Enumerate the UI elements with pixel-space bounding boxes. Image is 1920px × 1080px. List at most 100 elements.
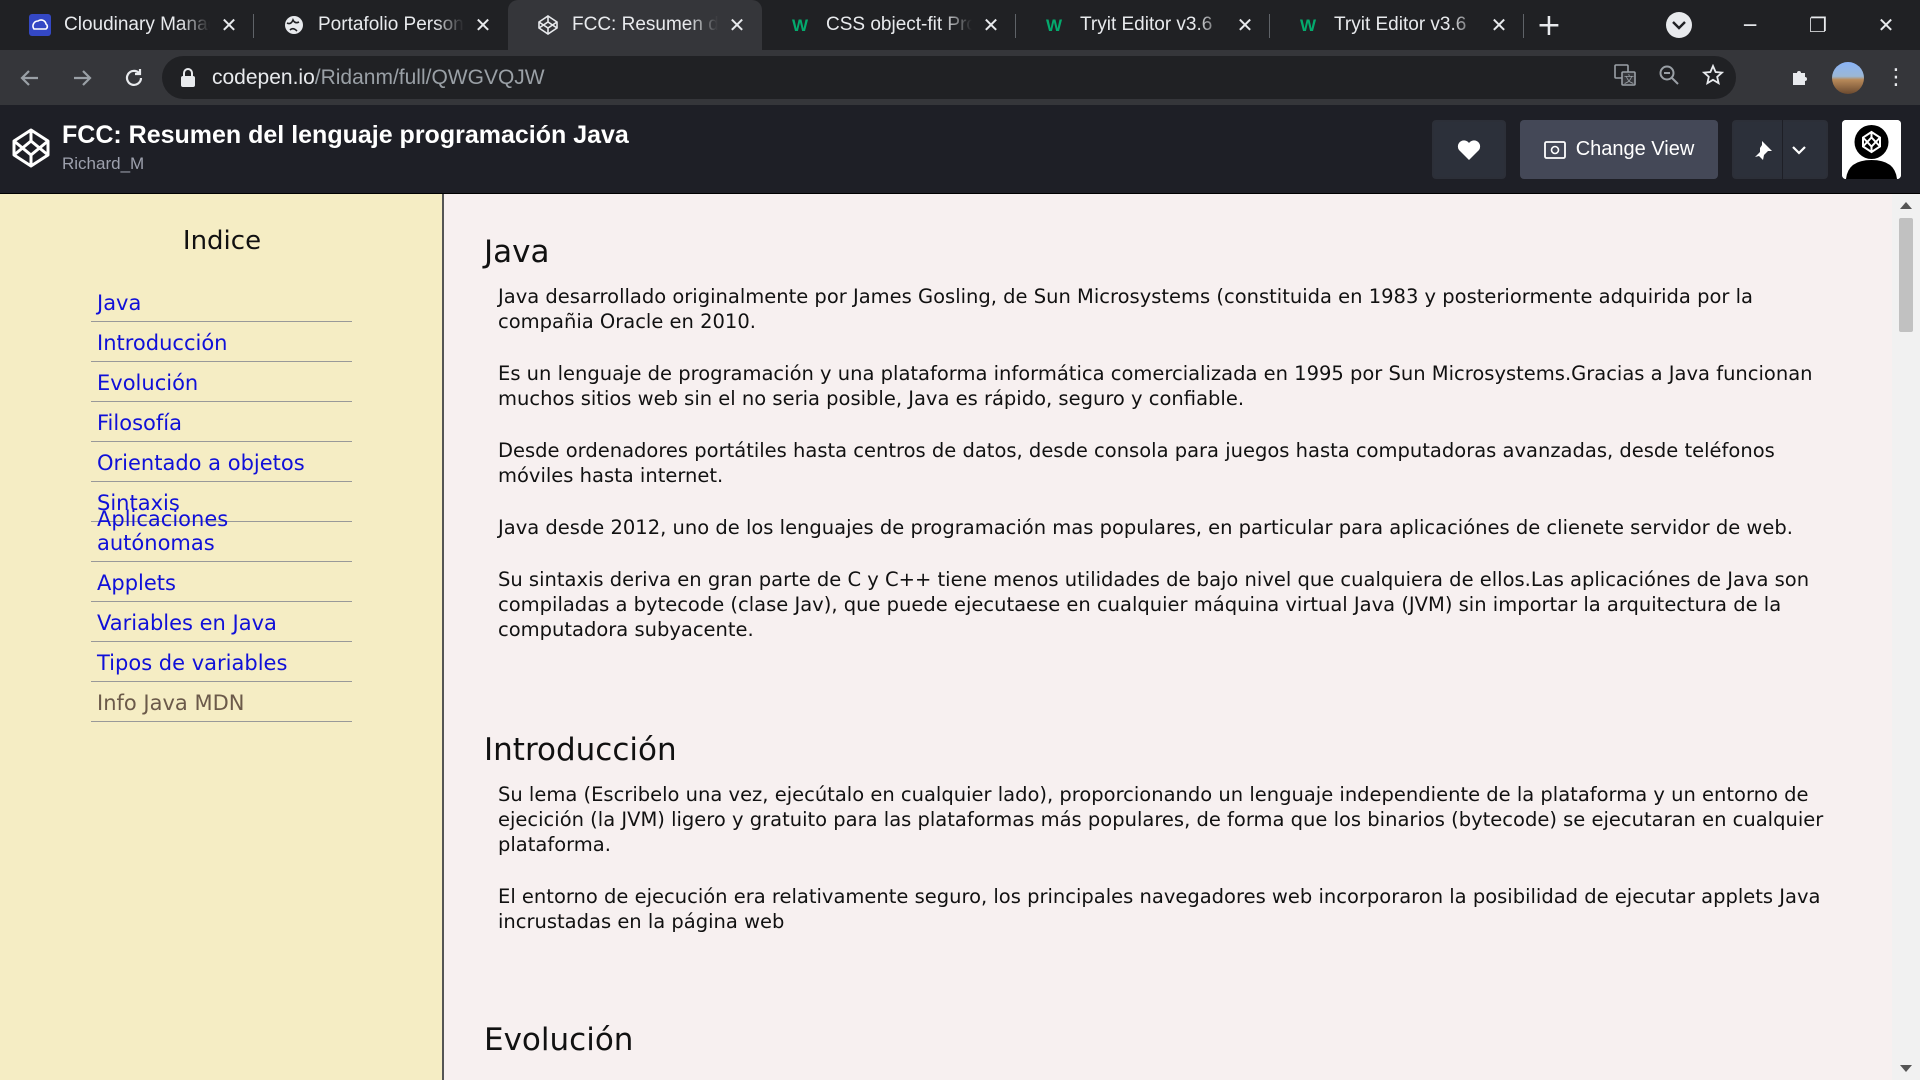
nav-link-java[interactable]: Java — [97, 291, 141, 315]
back-button[interactable] — [8, 56, 52, 100]
pin-button[interactable] — [1732, 120, 1828, 179]
browser-tab[interactable]: Cloudinary Management Console ✕ — [0, 0, 254, 50]
w3schools-icon: W — [1044, 13, 1068, 37]
arrow-right-icon — [74, 69, 92, 86]
svg-text:W: W — [792, 16, 809, 35]
close-icon[interactable]: ✕ — [1488, 14, 1510, 37]
lock-icon — [181, 67, 195, 87]
new-tab-button[interactable]: + — [1524, 0, 1574, 50]
close-icon[interactable]: ✕ — [980, 14, 1002, 37]
tab-title: Tryit Editor v3.6 — [1080, 14, 1213, 35]
svg-text:文: 文 — [1624, 73, 1634, 86]
nav-item: Introducción — [91, 322, 352, 362]
paragraph: Java desarrollado originalmente por Jame… — [498, 285, 1753, 333]
restore-button[interactable]: ❐ — [1784, 0, 1852, 50]
scroll-up-arrow-icon[interactable] — [1900, 202, 1912, 209]
paragraph: Su sintaxis deriva en gran parte de C y … — [498, 568, 1810, 641]
extensions-icon[interactable] — [1776, 54, 1824, 102]
like-button[interactable] — [1432, 120, 1506, 179]
section-heading: Java — [484, 234, 550, 270]
user-avatar[interactable] — [1842, 120, 1901, 179]
browser-tab-active[interactable]: FCC: Resumen del lenguaje programación J… — [508, 0, 762, 50]
browser-tab[interactable]: Portafolio Personal ✕ — [254, 0, 508, 50]
nav-item: Aplicaciones autónomas — [91, 507, 352, 562]
nav-link-aplicaciones-autonomas[interactable]: Aplicaciones autónomas — [97, 507, 352, 555]
minimize-button[interactable]: ─ — [1716, 0, 1784, 50]
nav-item: Info Java MDN — [91, 682, 352, 722]
close-icon[interactable]: ✕ — [726, 14, 748, 37]
paragraph: Desde ordenadores portátiles hasta centr… — [498, 439, 1775, 487]
profile-avatar[interactable] — [1824, 54, 1872, 102]
codepen-icon — [536, 13, 560, 37]
nav-list: Java Introducción Evolución Filosofía Or… — [91, 282, 352, 722]
browser-menu-icon[interactable]: ⋮ — [1872, 54, 1920, 102]
paragraph: Su lema (Escribelo una vez, ejecútalo en… — [498, 783, 1824, 856]
browser-tab[interactable]: W Tryit Editor v3.6 ✕ — [1270, 0, 1524, 50]
section-heading: Introducción — [484, 732, 677, 768]
nav-link-tipos-de-variables[interactable]: Tipos de variables — [97, 651, 287, 675]
pen-author[interactable]: Richard_M — [62, 154, 144, 174]
change-view-button[interactable]: Change View — [1520, 120, 1718, 179]
nav-item: Applets — [91, 562, 352, 602]
nav-item: Orientado a objetos — [91, 442, 352, 482]
nav-item: Java — [91, 282, 352, 322]
nav-item: Variables en Java — [91, 602, 352, 642]
nav-link-applets[interactable]: Applets — [97, 571, 176, 595]
tab-title: Tryit Editor v3.6 — [1334, 14, 1467, 35]
url-path: /Ridanm/full/QWGVQJW — [314, 65, 545, 89]
sidebar-nav: Indice Java Introducción Evolución Filos… — [0, 194, 444, 1080]
nav-link-variables-en-java[interactable]: Variables en Java — [97, 611, 277, 635]
globe-icon — [282, 13, 306, 37]
forward-button[interactable] — [60, 56, 104, 100]
zoom-icon[interactable] — [1658, 64, 1680, 92]
nav-link-orientado-a-objetos[interactable]: Orientado a objetos — [97, 451, 305, 475]
page-scrollbar[interactable] — [1892, 194, 1920, 1080]
paragraph: Java desde 2012, uno de los lenguajes de… — [498, 516, 1793, 539]
nav-link-filosofia[interactable]: Filosofía — [97, 411, 182, 435]
svg-text:W: W — [1046, 16, 1063, 35]
avatar-icon — [1842, 120, 1901, 179]
paragraph: El entorno de ejecución era relativament… — [498, 885, 1821, 933]
nav-item: Tipos de variables — [91, 642, 352, 682]
browser-tab[interactable]: W Tryit Editor v3.6 ✕ — [1016, 0, 1270, 50]
heart-icon — [1457, 139, 1481, 160]
bookmark-star-icon[interactable] — [1701, 63, 1725, 92]
codepen-logo-icon[interactable] — [10, 127, 52, 169]
close-window-button[interactable]: ✕ — [1852, 0, 1920, 50]
section-heading: Evolución — [484, 1022, 634, 1058]
section-evolucion: Evolución — [484, 1022, 1892, 1058]
scrollbar-thumb[interactable] — [1899, 218, 1913, 332]
nav-link-info-java-mdn[interactable]: Info Java MDN — [97, 691, 244, 715]
tab-title: Portafolio Personal — [318, 14, 464, 35]
tab-title: CSS object-fit Property — [826, 14, 972, 35]
url-host: codepen.io — [212, 65, 315, 89]
main-doc: Java Java desarrollado originalmente por… — [446, 194, 1892, 1080]
address-bar[interactable]: codepen.io/Ridanm/full/QWGVQJW 文 — [162, 56, 1736, 99]
pen-title: FCC: Resumen del lenguaje programación J… — [62, 121, 629, 149]
close-icon[interactable]: ✕ — [1234, 14, 1256, 37]
svg-text:W: W — [1300, 16, 1317, 35]
window-controls: ─ ❐ ✕ — [1716, 0, 1920, 50]
w3schools-icon: W — [790, 13, 814, 37]
reload-icon — [125, 68, 143, 86]
toolbar-right: ⋮ — [1776, 50, 1920, 105]
chevron-down-icon[interactable] — [1791, 145, 1807, 155]
nav-item: Evolución — [91, 362, 352, 402]
layout-icon — [1543, 140, 1566, 159]
browser-toolbar: codepen.io/Ridanm/full/QWGVQJW 文 ⋮ — [0, 50, 1920, 105]
browser-tab[interactable]: W CSS object-fit Property ✕ — [762, 0, 1016, 50]
translate-icon[interactable]: 文 — [1614, 63, 1636, 92]
nav-link-evolucion[interactable]: Evolución — [97, 371, 198, 395]
cloudinary-icon — [28, 13, 52, 37]
scroll-down-arrow-icon[interactable] — [1900, 1065, 1912, 1072]
avatar — [1832, 61, 1864, 94]
nav-link-introduccion[interactable]: Introducción — [97, 331, 227, 355]
close-icon[interactable]: ✕ — [472, 14, 494, 37]
paragraph: Es un lenguaje de programación y una pla… — [498, 362, 1813, 410]
chevron-down-icon — [1672, 21, 1686, 30]
tab-search-button[interactable] — [1666, 12, 1692, 38]
nav-item: Filosofía — [91, 402, 352, 442]
url-text: codepen.io/Ridanm/full/QWGVQJW — [212, 66, 545, 90]
reload-button[interactable] — [112, 56, 156, 100]
close-icon[interactable]: ✕ — [218, 14, 240, 37]
